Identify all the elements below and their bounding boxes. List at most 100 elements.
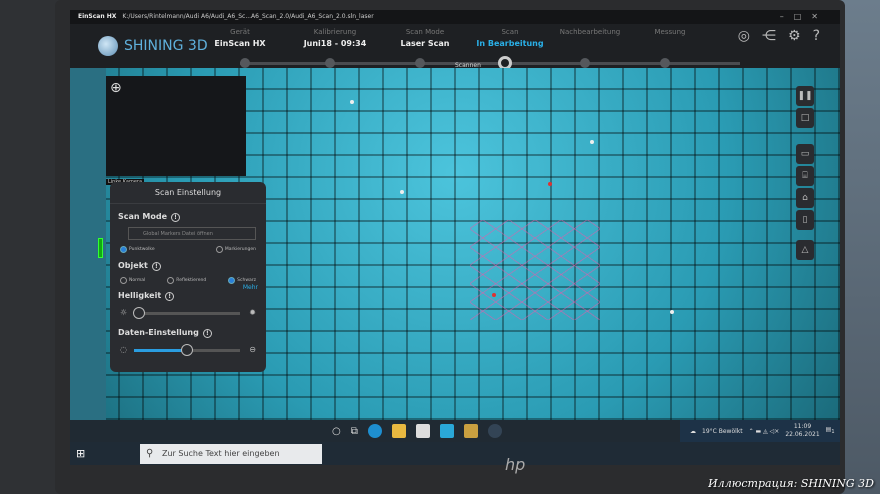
step-dot (325, 58, 335, 68)
marker (350, 100, 354, 104)
notifications-icon[interactable]: ▤1 (826, 426, 835, 435)
time: 11:09 (793, 423, 812, 430)
step-dot (415, 58, 425, 68)
marker (590, 140, 594, 144)
step-key: Gerät (230, 28, 250, 36)
label: Scan Mode (118, 212, 167, 221)
sun-high-icon: ✹ (249, 308, 256, 317)
label: Helligkeit (118, 291, 162, 300)
search-placeholder: Zur Suche Text hier eingeben (162, 449, 280, 458)
radio-reflektierend[interactable]: Reflektierend (167, 277, 206, 284)
info-icon[interactable]: ! (151, 262, 161, 271)
info-icon[interactable]: ! (165, 292, 175, 301)
help-icon[interactable]: ? (813, 28, 820, 44)
radio-label: Schwarz (237, 278, 256, 283)
radio-label: Reflektierend (176, 278, 207, 283)
data-setting-slider[interactable]: ◌ ⊖ (120, 343, 256, 357)
clock[interactable]: 11:09 22.06.2021 (785, 423, 819, 439)
mesh-icon[interactable]: △ (796, 240, 814, 260)
cloud-icon: ☁ (690, 427, 696, 435)
info-icon[interactable]: ! (171, 213, 180, 222)
search-icon: ⚲ (146, 448, 154, 459)
step-dot (240, 58, 250, 68)
more-link[interactable]: Mehr (110, 284, 258, 291)
objekt-heading: Objekt! (118, 261, 266, 271)
einscan-app-icon[interactable] (487, 424, 502, 438)
screen: EinScan HX K:/Users/Rintelmann/Audi A6/Au… (70, 10, 840, 465)
panel-title: Scan Einstellung (110, 182, 266, 204)
marker (400, 190, 404, 194)
slider-fill (134, 349, 187, 352)
app-title: EinScan HX (78, 13, 117, 20)
open-markers-file-button[interactable]: Global Markers Datei öffnen (128, 227, 256, 240)
laser-lines (470, 220, 600, 320)
pause-icon[interactable]: ❚❚ (796, 86, 814, 106)
lock-icon[interactable]: ⌂ (796, 188, 814, 208)
camera-preview: ⊕ Linke Kamera (106, 76, 246, 185)
slider-knob[interactable] (181, 344, 193, 356)
image-credit: Иллюстрация: SHINING 3D (708, 477, 874, 490)
radio-schwarz[interactable]: Schwarz (228, 277, 256, 284)
scan-settings-panel: Scan Einstellung Scan Mode! Global Marke… (110, 182, 266, 372)
radio-label: Punktwolke (129, 247, 155, 252)
notification-count: 1 (831, 429, 835, 436)
edge-icon[interactable] (367, 424, 382, 438)
step-key: Messung (654, 28, 686, 36)
file-explorer-icon[interactable] (391, 424, 406, 438)
task-view-icon[interactable]: ⧉ (351, 426, 358, 437)
page-icon[interactable]: ▯ (796, 210, 814, 230)
title-bar: EinScan HX K:/Users/Rintelmann/Audi A6/Au… (70, 10, 840, 24)
weather[interactable]: 19°C Bewölkt (702, 428, 743, 435)
system-tray: ☁ 19°C Bewölkt ⌃ ▬ ◬ ◁× 11:09 22.06.2021 … (680, 420, 840, 442)
radio-punktwolke[interactable]: Punktwolke (120, 246, 155, 253)
marker (670, 310, 674, 314)
box-icon[interactable]: ▭ (796, 144, 814, 164)
marker (548, 182, 552, 186)
geomagic-icon[interactable] (463, 424, 478, 438)
scan-mode-radios: Punktwolke Markierungen (120, 246, 256, 253)
scan-label: Scannen (455, 62, 481, 69)
scan-mode-heading: Scan Mode! (118, 212, 266, 222)
new-feature-icon[interactable]: ◎ (738, 28, 750, 44)
tray-icons[interactable]: ⌃ ▬ ◬ ◁× (749, 428, 780, 435)
stop-icon[interactable]: □ (796, 108, 814, 128)
step-dot (660, 58, 670, 68)
label: Objekt (118, 261, 148, 270)
radio-label: Markierungen (224, 247, 256, 252)
clear-brush-icon[interactable]: ⌸ (796, 166, 814, 186)
radio-label: Normal (129, 278, 146, 283)
radio-normal[interactable]: Normal (120, 277, 145, 284)
taskbar-apps: ○ ⧉ (332, 420, 502, 442)
step-value: EinScan HX (214, 39, 266, 48)
zoom-in-icon[interactable]: ⊕ (110, 80, 122, 96)
radio-markierungen[interactable]: Markierungen (215, 246, 256, 253)
right-toolbar: ❚❚ □ ▭ ⌸ ⌂ ▯ △ (796, 86, 816, 260)
windows-start-icon[interactable]: ⊞ (76, 447, 85, 460)
slider-track (134, 312, 240, 315)
mail-icon[interactable] (439, 424, 454, 438)
label: Daten-Einstellung (118, 328, 199, 337)
detail-icon: ⊖ (249, 345, 256, 354)
taskbar-search[interactable]: ⚲ Zur Suche Text hier eingeben (140, 444, 322, 464)
globe-icon (98, 36, 118, 56)
shield-icon: ◌ (120, 345, 127, 354)
sun-low-icon: ☼ (120, 308, 128, 317)
file-path: K:/Users/Rintelmann/Audi A6/Audi_A6_Sc..… (122, 13, 374, 20)
daten-heading: Daten-Einstellung! (118, 328, 266, 338)
share-icon[interactable]: ⋲ (762, 28, 776, 44)
helligkeit-heading: Helligkeit! (118, 291, 266, 301)
brightness-slider[interactable]: ☼ ✹ (120, 306, 256, 320)
store-icon[interactable] (415, 424, 430, 438)
info-icon[interactable]: ! (202, 329, 212, 338)
objekt-radios: Normal Reflektierend Schwarz (120, 277, 256, 284)
step-messung[interactable]: Messung (615, 28, 725, 36)
status-indicator (98, 238, 103, 258)
slider-knob[interactable] (133, 307, 146, 319)
hp-logo: hp (505, 455, 526, 474)
step-geraet[interactable]: Gerät EinScan HX (185, 28, 295, 48)
marker (492, 293, 496, 297)
window-controls[interactable]: –□✕ (780, 10, 828, 24)
progress-track (240, 56, 740, 70)
gear-icon[interactable]: ⚙ (788, 28, 801, 44)
cortana-icon[interactable]: ○ (332, 426, 341, 437)
